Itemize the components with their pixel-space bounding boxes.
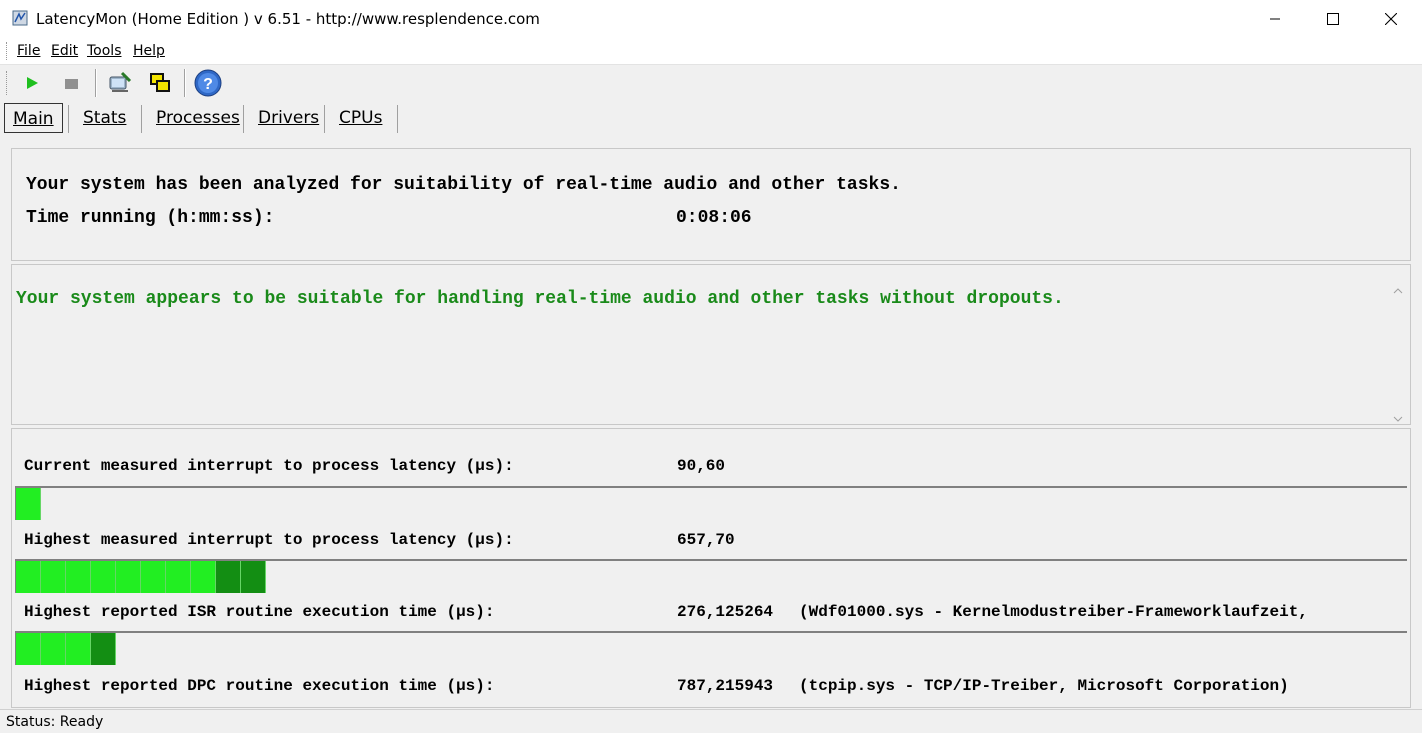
verdict-text: Your system appears to be suitable for h…	[16, 289, 1064, 309]
summary-panel: Your system has been analyzed for suitab…	[11, 148, 1411, 261]
metric-label: Highest reported ISR routine execution t…	[24, 603, 495, 621]
tab-strip: Main Stats Processes Drivers CPUs	[0, 101, 1422, 135]
minimize-icon	[1270, 18, 1280, 20]
status-text: Status: Ready	[6, 714, 104, 730]
tab-cpus[interactable]: CPUs	[331, 103, 390, 133]
stop-button[interactable]	[55, 67, 87, 99]
toolbar-separator	[184, 69, 186, 97]
metric-label: Highest measured interrupt to process la…	[24, 531, 514, 549]
windows-icon	[150, 73, 170, 92]
svg-text:?: ?	[203, 76, 213, 93]
bar-segment	[16, 488, 41, 520]
maximize-button[interactable]	[1304, 0, 1362, 38]
verdict-panel: Your system appears to be suitable for h…	[11, 264, 1411, 425]
maximize-icon	[1327, 13, 1339, 25]
tab-main[interactable]: Main	[4, 103, 63, 133]
latency-bar	[15, 559, 1407, 593]
bar-segment	[166, 561, 191, 593]
bar-segment	[16, 633, 41, 665]
status-bar: Status: Ready	[0, 709, 1422, 733]
menu-tools[interactable]: Tools	[87, 43, 122, 59]
latency-bar	[15, 631, 1407, 665]
stop-icon	[65, 79, 78, 89]
toolbar-separator	[95, 69, 97, 97]
time-running-value: 0:08:06	[676, 208, 752, 228]
close-icon	[1385, 13, 1397, 25]
title-bar: LatencyMon (Home Edition ) v 6.51 - http…	[0, 0, 1422, 38]
bar-segment	[16, 561, 41, 593]
bar-segment	[66, 633, 91, 665]
metric-value: 787,215943 (tcpip.sys - TCP/IP-Treiber, M…	[677, 677, 1289, 695]
tab-separator	[243, 105, 244, 133]
computer-tools-icon	[109, 71, 132, 92]
menu-file[interactable]: File	[17, 43, 40, 59]
scroll-up-icon[interactable]	[1390, 285, 1406, 297]
tab-processes[interactable]: Processes	[148, 103, 248, 133]
tab-separator	[141, 105, 142, 133]
bar-segment	[41, 633, 66, 665]
bar-segment	[41, 561, 66, 593]
minimize-button[interactable]	[1246, 0, 1304, 38]
toolbar: ?	[0, 65, 1422, 101]
bar-fill	[16, 633, 116, 665]
bar-segment	[91, 633, 116, 665]
menu-bar: File Edit Tools Help	[0, 38, 1422, 65]
bar-segment	[216, 561, 241, 593]
metric-detail: (tcpip.sys - TCP/IP-Treiber, Microsoft C…	[799, 677, 1289, 695]
tab-separator	[397, 105, 398, 133]
bar-segment	[91, 561, 116, 593]
bar-segment	[66, 561, 91, 593]
bar-segment	[191, 561, 216, 593]
system-settings-button[interactable]	[104, 67, 136, 99]
menu-help[interactable]: Help	[133, 43, 165, 59]
help-button[interactable]: ?	[192, 67, 224, 99]
help-icon: ?	[194, 69, 222, 97]
menu-grip	[6, 42, 9, 60]
close-button[interactable]	[1362, 0, 1420, 38]
window-title: LatencyMon (Home Edition ) v 6.51 - http…	[36, 10, 540, 28]
bar-fill	[16, 561, 266, 593]
metric-label: Current measured interrupt to process la…	[24, 457, 514, 475]
toolbar-grip	[6, 71, 9, 95]
metric-value: 276,125264 (Wdf01000.sys - Kernelmodustre…	[677, 603, 1308, 621]
windows-button[interactable]	[144, 67, 176, 99]
metric-value: 90,60	[677, 457, 726, 475]
latency-bar	[15, 486, 1407, 520]
metric-detail: (Wdf01000.sys - Kernelmodustreiber-Frame…	[799, 603, 1308, 621]
verdict-scrollbar[interactable]	[1390, 285, 1406, 425]
analysis-summary-text: Your system has been analyzed for suitab…	[26, 175, 901, 195]
scroll-down-icon[interactable]	[1390, 413, 1406, 425]
bar-segment	[141, 561, 166, 593]
tab-separator	[68, 105, 69, 133]
tab-drivers[interactable]: Drivers	[250, 103, 327, 133]
menu-edit[interactable]: Edit	[51, 43, 78, 59]
tab-stats[interactable]: Stats	[75, 103, 134, 133]
metrics-panel: Current measured interrupt to process la…	[11, 428, 1411, 708]
latencymon-app-icon	[12, 10, 28, 26]
metric-label: Highest reported DPC routine execution t…	[24, 677, 495, 695]
bar-fill	[16, 488, 41, 520]
time-running-label: Time running (h:mm:ss):	[26, 208, 275, 228]
bar-segment	[116, 561, 141, 593]
start-button[interactable]	[16, 67, 48, 99]
tab-separator	[324, 105, 325, 133]
bar-segment	[241, 561, 266, 593]
play-icon	[27, 77, 38, 89]
metric-value: 657,70	[677, 531, 735, 549]
